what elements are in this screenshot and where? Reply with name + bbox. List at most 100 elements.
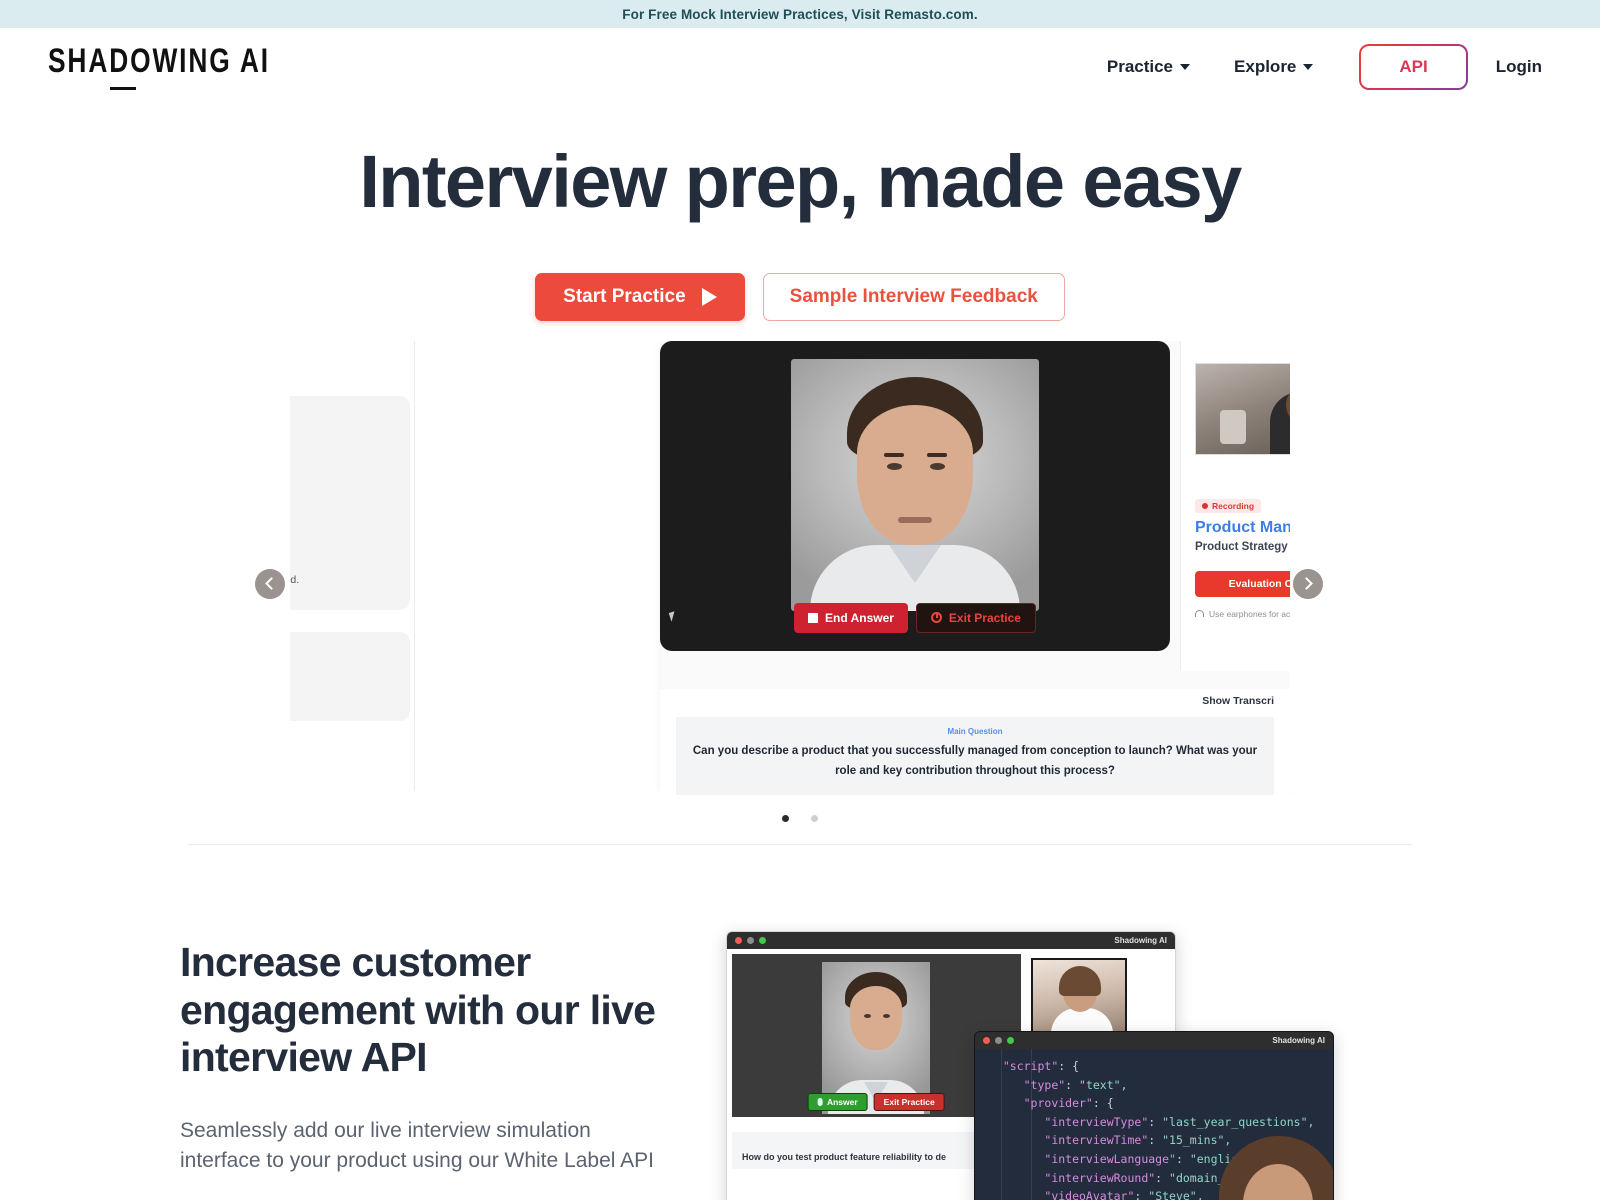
transcript-line: ng regular meetings, (290, 646, 400, 662)
brand-logo[interactable]: SHADOWING AI (48, 43, 284, 90)
start-practice-button[interactable]: Start Practice (535, 272, 745, 321)
answer-label: Answer (826, 1096, 858, 1107)
brand-underline (110, 86, 136, 90)
nav-label-practice: Practice (1106, 57, 1174, 76)
exit-practice-button[interactable]: Exit Practice (873, 1092, 945, 1111)
api-copy-block: Increase customer engagement with our li… (180, 931, 680, 1200)
window-close-icon[interactable] (983, 1036, 990, 1044)
transcript-line: methodical approach (290, 441, 400, 472)
live-answer-text: so the product that I am Mana (676, 795, 1274, 811)
chevron-down-icon (1180, 64, 1191, 70)
power-icon (930, 612, 942, 624)
carousel-slide-previous[interactable]: of Gantt charts for methodical approach … (290, 340, 415, 791)
exit-practice-label: Exit Practice (948, 610, 1021, 625)
headphones-icon (1195, 610, 1204, 618)
cursor-icon (668, 611, 678, 622)
nav-label-explore: Explore (1234, 57, 1297, 76)
end-answer-button[interactable]: End Answer (794, 602, 908, 633)
transcript-line: of Gantt charts for (290, 410, 400, 441)
carousel-next-button[interactable] (1293, 568, 1323, 599)
hero-section: Interview prep, made easy Start Practice… (0, 106, 1600, 321)
transcript-card-one: of Gantt charts for methodical approach … (290, 395, 410, 610)
transcript-line: ransparent (290, 662, 400, 678)
carousel-slide-next[interactable] (1290, 340, 1470, 791)
api-visual-mock: Shadowing AI Answer Exit Practice How do… (726, 930, 1366, 1200)
avatar-collar (889, 544, 941, 583)
sample-feedback-button[interactable]: Sample Interview Feedback (762, 272, 1065, 321)
transcript-panel: Show Transcri Main Question Can you desc… (660, 688, 1290, 811)
brand-name: SHADOWING AI (48, 40, 270, 79)
answer-button[interactable]: Answer (807, 1092, 868, 1111)
announcement-bar: For Free Mock Interview Practices, Visit… (0, 0, 1600, 28)
carousel-prev-button[interactable] (255, 568, 285, 599)
main-navigation: Practice Explore API Login (1085, 44, 1552, 90)
carousel-pagination (0, 814, 1600, 822)
avatar-eye-right (930, 462, 945, 470)
exit-practice-button[interactable]: Exit Practice (915, 602, 1036, 633)
window-minimize-icon[interactable] (995, 1036, 1002, 1044)
avatar-eye-right (883, 1013, 891, 1018)
window-maximize-icon[interactable] (1007, 1036, 1014, 1044)
code-line: "provider": { (1023, 1096, 1114, 1111)
avatar-head (850, 985, 903, 1050)
site-header: SHADOWING AI Practice Explore API Login (0, 28, 1600, 106)
transcript-line: als and requirements. (290, 678, 400, 694)
api-section-body: Seamlessly add our live interview simula… (180, 1118, 654, 1173)
api-demo-webcam (1030, 957, 1127, 1042)
microphone-icon (817, 1097, 823, 1106)
carousel-track: of Gantt charts for methodical approach … (0, 340, 1600, 811)
window-close-icon[interactable] (735, 936, 742, 944)
carousel-dot-1[interactable] (782, 814, 789, 822)
page-title: Interview prep, made easy (359, 140, 1242, 223)
interview-video-stage: End Answer Exit Practice (660, 340, 1170, 651)
code-window-title: Shadowing AI (1272, 1035, 1325, 1045)
window-maximize-icon[interactable] (759, 936, 766, 944)
window-minimize-icon[interactable] (747, 936, 754, 944)
start-practice-label: Start Practice (563, 285, 686, 307)
product-carousel: of Gantt charts for methodical approach … (0, 340, 1600, 811)
avatar-mouth (898, 516, 932, 523)
code-line: "script": { (1002, 1058, 1080, 1073)
api-button[interactable]: API (1359, 44, 1467, 90)
recording-label: Recording (1212, 500, 1255, 511)
ai-interviewer-avatar (791, 358, 1039, 611)
login-button[interactable]: Login (1486, 49, 1552, 85)
stop-icon (808, 612, 819, 623)
chevron-down-icon (1303, 64, 1314, 70)
webcam-person-hair (1058, 965, 1101, 996)
api-feature-section: Increase customer engagement with our li… (0, 845, 1600, 1200)
main-question-label: Main Question (947, 726, 1003, 736)
webcam-chair (1220, 409, 1246, 444)
end-answer-label: End Answer (825, 610, 894, 625)
record-icon (1202, 502, 1208, 509)
api-section-heading: Increase customer engagement with our li… (180, 938, 656, 1081)
transcript-card-two: ng regular meetings, ransparent als and … (290, 631, 410, 721)
carousel-dot-2[interactable] (811, 814, 818, 822)
avatar-eye-left (864, 1013, 872, 1018)
window-titlebar: Shadowing AI (727, 931, 1175, 949)
api-demo-avatar (822, 961, 931, 1114)
video-control-bar: End Answer Exit Practice (794, 602, 1036, 633)
code-line: "interviewType": "last_year_questions", (1044, 1114, 1315, 1129)
window-title: Shadowing AI (1114, 935, 1167, 945)
api-demo-control-bar: Answer Exit Practice (807, 1092, 945, 1111)
avatar-brow-left (884, 452, 904, 457)
avatar-eye-left (887, 462, 902, 470)
status-badge-recording: Recording (1195, 498, 1262, 513)
play-icon (701, 287, 717, 306)
carousel-slide-active[interactable]: End Answer Exit Practice Recording Produ… (660, 340, 1380, 811)
avatar-head (857, 404, 973, 545)
announcement-text[interactable]: For Free Mock Interview Practices, Visit… (622, 7, 977, 22)
nav-item-explore[interactable]: Explore (1212, 49, 1335, 85)
api-code-block[interactable]: "script": { "type": "text", "provider": … (975, 1048, 1333, 1200)
nav-item-practice[interactable]: Practice (1085, 49, 1212, 85)
main-question-text: Can you describe a product that you succ… (692, 744, 1258, 778)
show-transcript-button[interactable]: Show Transcri (676, 689, 1274, 717)
code-line: "type": "text", (1023, 1077, 1128, 1092)
transcript-line: ive collaboration and (290, 503, 400, 534)
chevron-left-icon (265, 577, 278, 591)
avatar-brow-right (927, 452, 947, 457)
hero-cta-row: Start Practice Sample Interview Feedback (0, 272, 1600, 321)
chevron-right-icon (1300, 577, 1313, 591)
main-question-box: Main Question Can you describe a product… (676, 716, 1274, 796)
